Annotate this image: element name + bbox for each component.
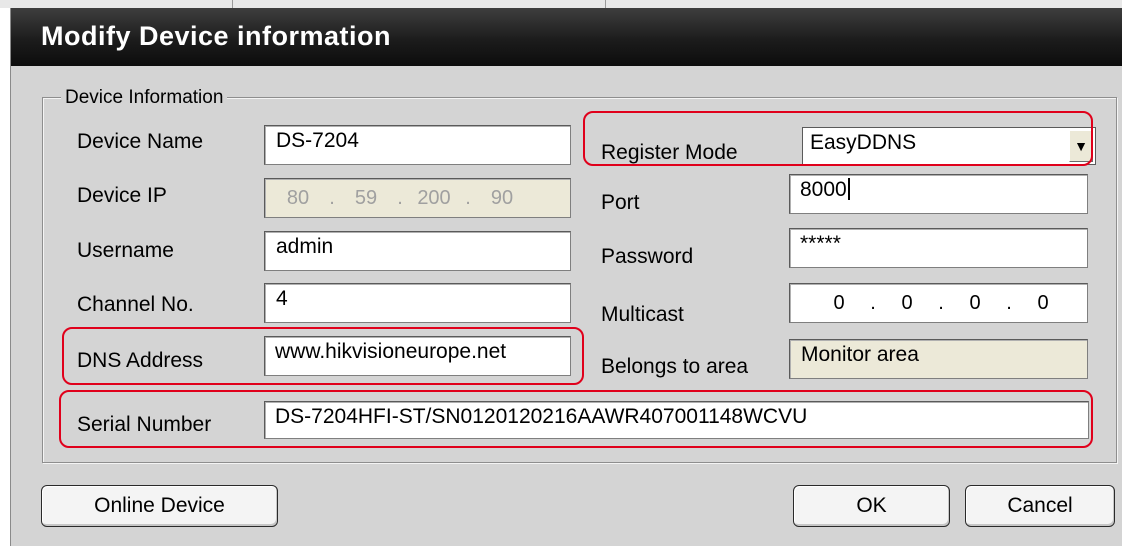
device-name-label: Device Name bbox=[77, 130, 204, 153]
port-label: Port bbox=[601, 191, 640, 214]
modify-device-dialog: Modify Device information Device Informa… bbox=[10, 8, 1122, 546]
belongs-to-area-label: Belongs to area bbox=[601, 355, 749, 378]
dns-address-label: DNS Address bbox=[77, 349, 204, 372]
device-ip-label: Device IP bbox=[77, 184, 167, 207]
device-ip-octet-1: 80 bbox=[286, 186, 310, 209]
online-device-button[interactable]: Online Device bbox=[41, 485, 278, 527]
group-legend: Device Information bbox=[61, 87, 228, 109]
username-field[interactable]: admin bbox=[264, 231, 571, 271]
background-window-strip bbox=[0, 0, 1122, 8]
ip-dot: . bbox=[329, 186, 335, 209]
dns-address-field[interactable]: www.hikvisioneurope.net bbox=[264, 336, 571, 376]
text-caret bbox=[847, 178, 850, 200]
belongs-to-area-field: Monitor area bbox=[789, 339, 1088, 379]
password-field[interactable]: ***** bbox=[789, 228, 1088, 268]
port-field[interactable]: 8000 bbox=[789, 174, 1088, 214]
username-label: Username bbox=[77, 239, 174, 262]
multicast-octet-2: 0 bbox=[901, 291, 913, 314]
serial-number-label: Serial Number bbox=[77, 413, 212, 436]
multicast-octet-1: 0 bbox=[833, 291, 845, 314]
serial-number-field[interactable]: DS-7204HFI-ST/SN0120120216AAWR407001148W… bbox=[264, 401, 1089, 439]
multicast-octet-4: 0 bbox=[1037, 291, 1049, 314]
register-mode-value: EasyDDNS bbox=[810, 131, 917, 154]
device-name-field[interactable]: DS-7204 bbox=[264, 125, 571, 165]
strip-divider bbox=[232, 0, 233, 8]
ip-dot: . bbox=[870, 291, 876, 314]
channel-no-field[interactable]: 4 bbox=[264, 283, 571, 323]
dialog-titlebar: Modify Device information bbox=[11, 8, 1122, 66]
password-label: Password bbox=[601, 245, 694, 268]
dialog-title: Modify Device information bbox=[41, 21, 392, 51]
strip-divider bbox=[605, 0, 606, 8]
multicast-field[interactable]: 0. 0. 0. 0 bbox=[789, 283, 1088, 323]
device-ip-octet-4: 90 bbox=[490, 186, 514, 209]
channel-no-label: Channel No. bbox=[77, 293, 194, 316]
ip-dot: . bbox=[397, 186, 403, 209]
ok-button[interactable]: OK bbox=[793, 485, 950, 527]
ip-dot: . bbox=[938, 291, 944, 314]
register-mode-label: Register Mode bbox=[601, 141, 738, 164]
port-value: 8000 bbox=[800, 178, 847, 201]
device-ip-octet-3: 200 bbox=[417, 186, 451, 209]
ip-dot: . bbox=[1006, 291, 1012, 314]
multicast-label: Multicast bbox=[601, 303, 684, 326]
ip-dot: . bbox=[465, 186, 471, 209]
device-ip-field: 80. 59. 200. 90 bbox=[264, 178, 571, 218]
multicast-octet-3: 0 bbox=[969, 291, 981, 314]
chevron-down-icon[interactable]: ▼ bbox=[1069, 130, 1093, 162]
cancel-button[interactable]: Cancel bbox=[965, 485, 1115, 527]
register-mode-select[interactable]: EasyDDNS ▼ bbox=[802, 127, 1096, 165]
device-ip-octet-2: 59 bbox=[354, 186, 378, 209]
